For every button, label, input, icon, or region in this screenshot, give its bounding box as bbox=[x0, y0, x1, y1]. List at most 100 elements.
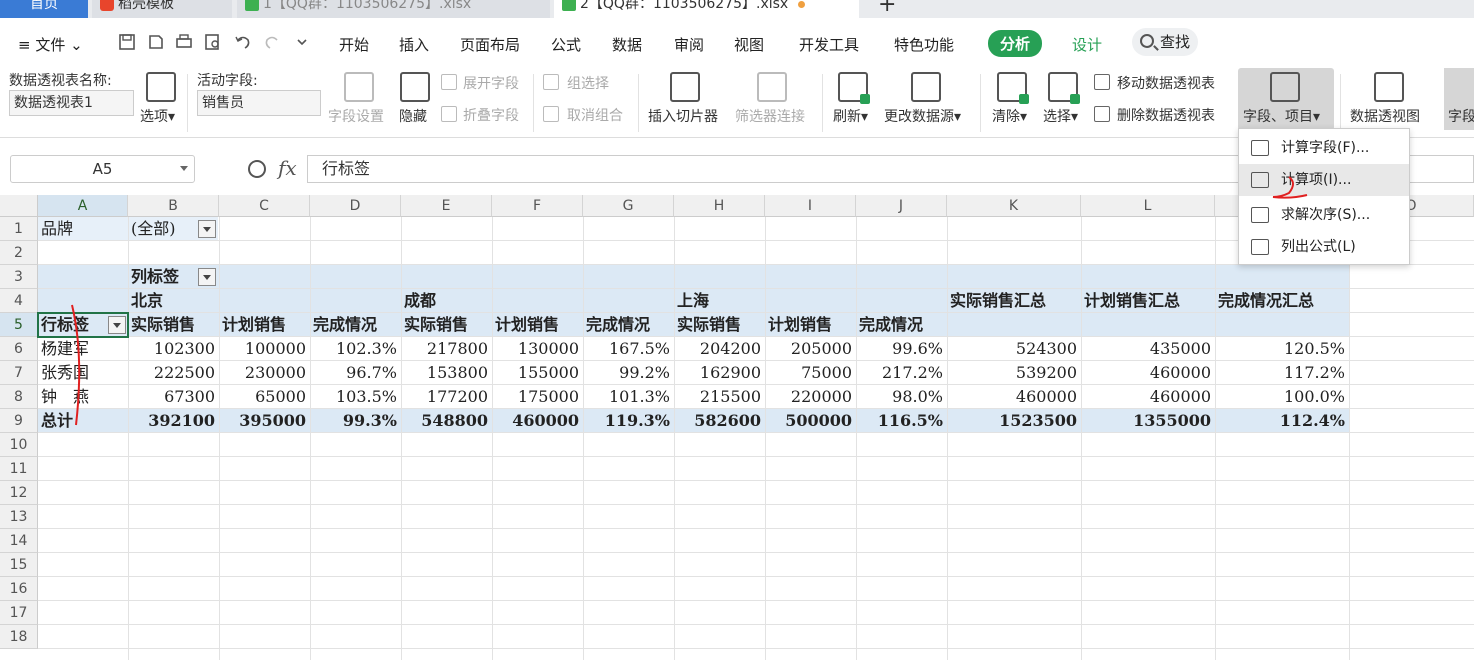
menu-formula[interactable]: 公式 bbox=[551, 34, 581, 55]
grand-total-cell[interactable]: 119.3% bbox=[586, 409, 674, 433]
value-cell[interactable]: 99.6% bbox=[859, 337, 947, 361]
refresh-icon[interactable] bbox=[838, 72, 870, 104]
change-source-icon[interactable] bbox=[911, 72, 941, 102]
delete-pivot-button[interactable]: 删除数据透视表 bbox=[1117, 105, 1215, 125]
menu-start[interactable]: 开始 bbox=[339, 34, 369, 55]
measure-header-cell[interactable]: 完成情况 bbox=[859, 313, 947, 337]
value-cell[interactable]: 217800 bbox=[404, 337, 492, 361]
measure-header-cell[interactable]: 计划销售 bbox=[495, 313, 583, 337]
column-header-i[interactable]: I bbox=[765, 195, 856, 217]
value-cell[interactable]: 67300 bbox=[131, 385, 219, 409]
column-header-j[interactable]: J bbox=[856, 195, 947, 217]
pivot-name-input[interactable]: 数据透视表1 bbox=[9, 90, 134, 116]
value-cell[interactable]: 205000 bbox=[768, 337, 856, 361]
move-pivot-button[interactable]: 移动数据透视表 bbox=[1117, 73, 1215, 93]
total-header-cell[interactable]: 完成情况汇总 bbox=[1218, 289, 1349, 313]
grand-total-cell[interactable]: 99.3% bbox=[313, 409, 401, 433]
row-header-8[interactable]: 8 bbox=[0, 385, 38, 409]
column-header-c[interactable]: C bbox=[219, 195, 310, 217]
value-cell[interactable]: 222500 bbox=[131, 361, 219, 385]
row-header-12[interactable]: 12 bbox=[0, 481, 38, 505]
row-header-1[interactable]: 1 bbox=[0, 217, 38, 241]
quick-access-more-icon[interactable] bbox=[292, 32, 312, 52]
value-cell[interactable]: 167.5% bbox=[586, 337, 674, 361]
insert-slicer-icon[interactable] bbox=[670, 72, 700, 102]
grand-total-cell[interactable]: 1355000 bbox=[1084, 409, 1215, 433]
column-header-h[interactable]: H bbox=[674, 195, 765, 217]
select-button[interactable]: 选择▾ bbox=[1043, 106, 1078, 126]
tab-docer[interactable]: 稻壳模板 bbox=[92, 0, 232, 18]
grand-total-cell[interactable]: 392100 bbox=[131, 409, 219, 433]
value-cell[interactable]: 460000 bbox=[950, 385, 1081, 409]
value-cell[interactable]: 230000 bbox=[222, 361, 310, 385]
tab-file1[interactable]: 1【QQ群：1103506275】.xlsx bbox=[237, 0, 550, 18]
options-icon[interactable] bbox=[146, 72, 176, 102]
fields-pane-button[interactable]: 字段 bbox=[1444, 68, 1474, 130]
total-header-cell[interactable]: 实际销售汇总 bbox=[950, 289, 1081, 313]
column-header-l[interactable]: L bbox=[1081, 195, 1215, 217]
row-header-4[interactable]: 4 bbox=[0, 289, 38, 313]
city-header-cell[interactable]: 成都 bbox=[404, 289, 492, 313]
field-settings-button[interactable]: 字段设置 bbox=[328, 106, 384, 126]
grand-total-cell[interactable]: 395000 bbox=[222, 409, 310, 433]
measure-header-cell[interactable]: 完成情况 bbox=[313, 313, 401, 337]
grand-total-cell[interactable]: 116.5% bbox=[859, 409, 947, 433]
search-button[interactable]: 查找 bbox=[1132, 28, 1198, 56]
value-cell[interactable]: 102300 bbox=[131, 337, 219, 361]
print-preview-icon[interactable] bbox=[203, 32, 223, 52]
print-icon[interactable] bbox=[174, 32, 194, 52]
pivot-chart-icon[interactable] bbox=[1374, 72, 1404, 102]
fx-icon[interactable]: fx bbox=[278, 156, 297, 180]
value-cell[interactable]: 460000 bbox=[1084, 385, 1215, 409]
filter-connections-button[interactable]: 筛选器连接 bbox=[735, 106, 805, 126]
clear-button[interactable]: 清除▾ bbox=[992, 106, 1027, 126]
grand-total-cell[interactable]: 112.4% bbox=[1218, 409, 1349, 433]
menu-analyze[interactable]: 分析 bbox=[988, 30, 1043, 57]
value-cell[interactable]: 103.5% bbox=[313, 385, 401, 409]
row-header-18[interactable]: 18 bbox=[0, 625, 38, 649]
menu-insert[interactable]: 插入 bbox=[399, 34, 429, 55]
file-menu[interactable]: ≡ 文件 ⌄ bbox=[18, 34, 83, 55]
city-header-cell[interactable]: 上海 bbox=[677, 289, 765, 313]
row-header-5[interactable]: 5 bbox=[0, 313, 38, 337]
city-header-cell[interactable]: 北京 bbox=[131, 289, 219, 313]
fields-items-button[interactable]: 字段、项目▾ bbox=[1238, 68, 1334, 130]
column-labels-dropdown-icon[interactable] bbox=[198, 268, 216, 286]
value-cell[interactable]: 117.2% bbox=[1218, 361, 1349, 385]
column-header-e[interactable]: E bbox=[401, 195, 492, 217]
hide-button[interactable]: 隐藏 bbox=[399, 106, 427, 126]
menu-design[interactable]: 设计 bbox=[1072, 34, 1102, 55]
value-cell[interactable]: 220000 bbox=[768, 385, 856, 409]
value-cell[interactable]: 215500 bbox=[677, 385, 765, 409]
row-header-3[interactable]: 3 bbox=[0, 265, 38, 289]
row-header-16[interactable]: 16 bbox=[0, 577, 38, 601]
row-header-15[interactable]: 15 bbox=[0, 553, 38, 577]
value-cell[interactable]: 162900 bbox=[677, 361, 765, 385]
value-cell[interactable]: 120.5% bbox=[1218, 337, 1349, 361]
value-cell[interactable]: 217.2% bbox=[859, 361, 947, 385]
filter-dropdown-icon[interactable] bbox=[198, 220, 216, 238]
select-all-corner[interactable] bbox=[0, 195, 38, 217]
select-icon[interactable] bbox=[1048, 72, 1080, 104]
redo-icon[interactable] bbox=[262, 32, 282, 52]
column-header-d[interactable]: D bbox=[310, 195, 401, 217]
row-header-13[interactable]: 13 bbox=[0, 505, 38, 529]
column-header-b[interactable]: B bbox=[128, 195, 219, 217]
new-tab-plus-icon[interactable]: + bbox=[878, 0, 896, 16]
active-field-input[interactable]: 销售员 bbox=[197, 90, 321, 116]
insert-slicer-button[interactable]: 插入切片器 bbox=[648, 106, 718, 126]
column-header-f[interactable]: F bbox=[492, 195, 583, 217]
menu-review[interactable]: 审阅 bbox=[674, 34, 704, 55]
value-cell[interactable]: 65000 bbox=[222, 385, 310, 409]
value-cell[interactable]: 460000 bbox=[1084, 361, 1215, 385]
column-header-g[interactable]: G bbox=[583, 195, 674, 217]
menu-list-formulas[interactable]: 列出公式(L) bbox=[1239, 231, 1409, 263]
undo-icon[interactable] bbox=[233, 32, 253, 52]
menu-page-layout[interactable]: 页面布局 bbox=[460, 34, 520, 55]
value-cell[interactable]: 175000 bbox=[495, 385, 583, 409]
collapse-field-button[interactable]: 折叠字段 bbox=[463, 105, 519, 125]
value-cell[interactable]: 101.3% bbox=[586, 385, 674, 409]
grand-total-cell[interactable]: 548800 bbox=[404, 409, 492, 433]
row-header-10[interactable]: 10 bbox=[0, 433, 38, 457]
value-cell[interactable]: 100.0% bbox=[1218, 385, 1349, 409]
